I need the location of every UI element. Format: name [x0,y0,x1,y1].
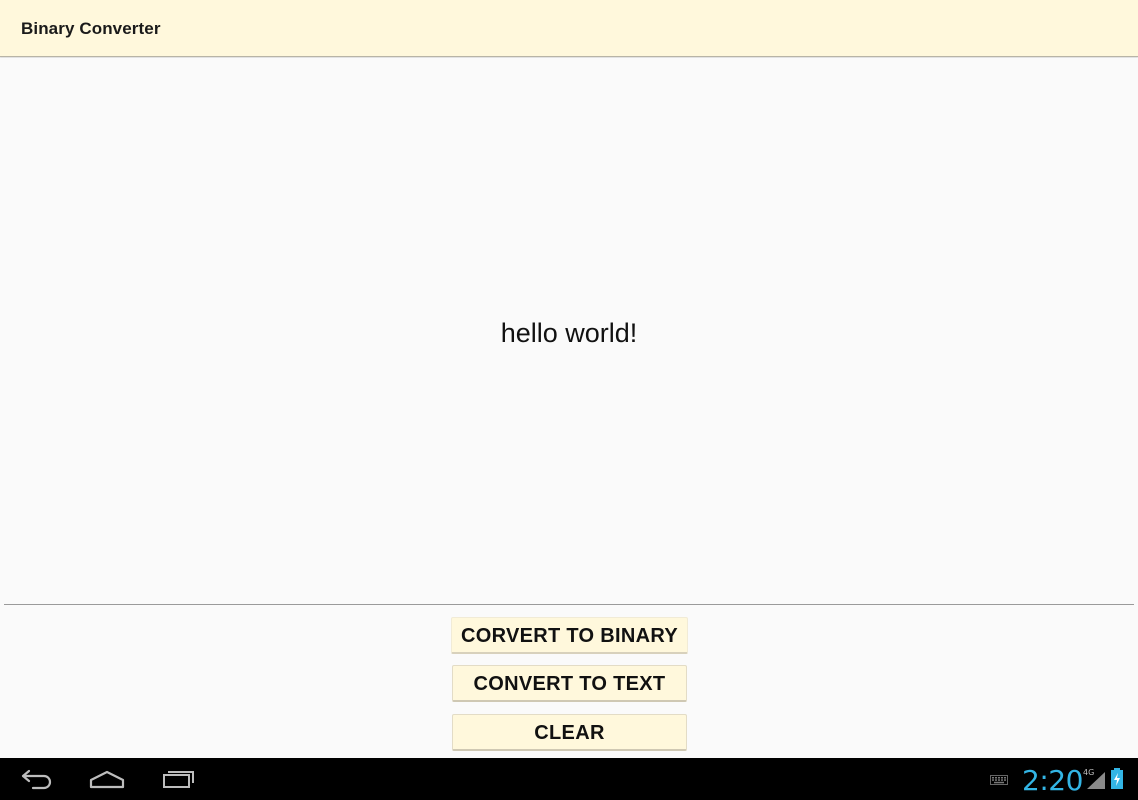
convert-to-text-label: CONVERT TO TEXT [473,673,666,695]
keyboard-icon[interactable] [990,775,1008,785]
clear-label: CLEAR [534,722,605,744]
recents-icon[interactable] [159,767,199,791]
converted-output-text: hello world! [500,318,638,348]
convert-to-binary-button[interactable]: CORVERT TO BINARY [451,617,688,654]
status-clock: 2:20 [1022,764,1083,797]
network-type-label: 4G [1083,768,1094,777]
convert-to-binary-label: CORVERT TO BINARY [461,625,678,647]
home-icon[interactable] [88,767,128,791]
divider [4,604,1134,605]
main-content: hello world! CORVERT TO BINARY CONVERT T… [0,58,1138,758]
app-window: Binary Converter hello world! CORVERT TO… [0,0,1138,800]
signal-icon: 4G [1083,768,1105,789]
clear-button[interactable]: CLEAR [452,714,687,751]
app-title: Binary Converter [21,19,161,38]
battery-charging-icon [1111,768,1123,789]
back-icon[interactable] [17,767,57,791]
action-bar: Binary Converter [0,0,1138,57]
system-navigation-bar: 2:20 4G [0,758,1138,800]
convert-to-text-button[interactable]: CONVERT TO TEXT [452,665,687,702]
